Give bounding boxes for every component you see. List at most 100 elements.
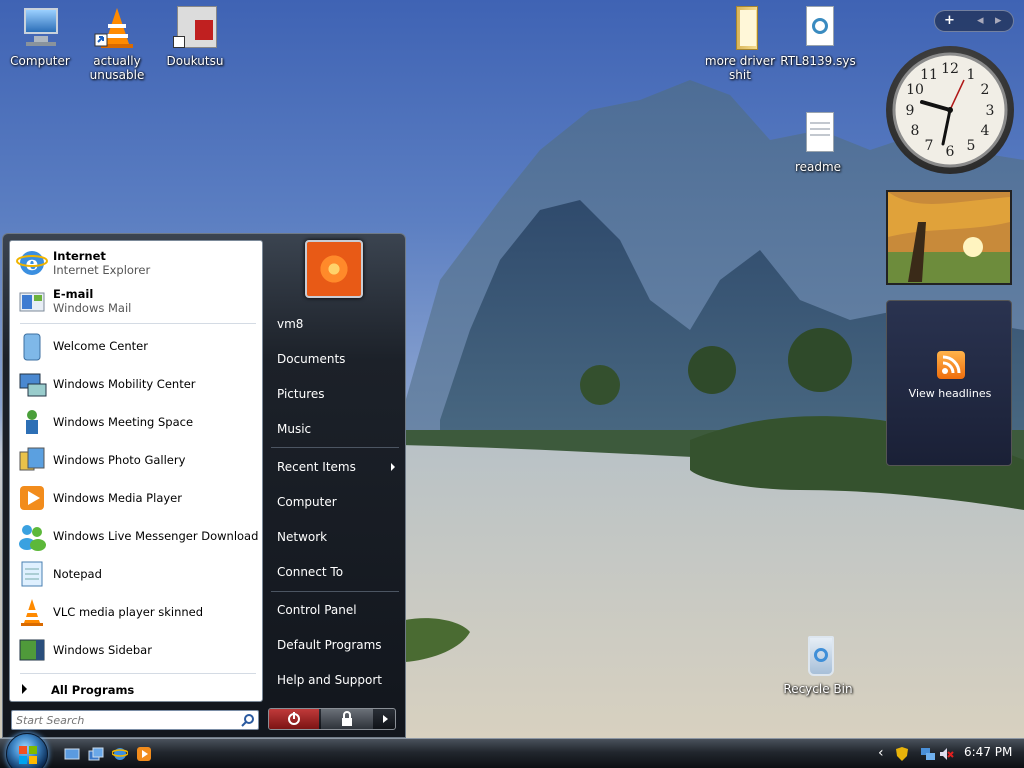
windows-logo-icon <box>19 746 37 764</box>
computer-icon <box>16 4 64 52</box>
menu-default-programs[interactable]: Default Programs <box>269 631 401 659</box>
desktop-icon-readme[interactable]: readme <box>778 110 858 174</box>
program-label: Windows Mobility Center <box>53 377 196 391</box>
internet-explorer-icon[interactable] <box>112 746 128 762</box>
desktop-icon-rtl8139[interactable]: RTL8139.sys <box>778 4 858 68</box>
pinned-title: E-mail <box>53 287 94 301</box>
program-vlc-skinned[interactable]: VLC media player skinned <box>12 594 260 630</box>
desktop-icon-label: more driver shit <box>704 54 776 82</box>
vlc-icon <box>16 596 48 628</box>
volume-muted-icon[interactable] <box>938 746 954 762</box>
menu-help-support[interactable]: Help and Support <box>269 666 401 694</box>
desktop-icon-label: Computer <box>10 54 70 68</box>
program-label: Windows Sidebar <box>53 643 152 657</box>
right-separator <box>271 591 399 592</box>
notepad-icon <box>16 558 48 590</box>
show-desktop-icon[interactable] <box>64 746 80 762</box>
lock-button[interactable] <box>321 709 373 729</box>
menu-connect-to[interactable]: Connect To <box>269 558 401 586</box>
photo-gallery-icon <box>16 444 48 476</box>
prev-gadget-button[interactable]: ◂ <box>977 13 984 28</box>
all-programs-separator <box>20 673 256 674</box>
pinned-email[interactable]: E-mail Windows Mail <box>12 283 260 319</box>
program-windows-sidebar[interactable]: Windows Sidebar <box>12 632 260 668</box>
clock-gadget[interactable]: 12 1 2 3 4 5 6 7 8 9 10 11 <box>886 46 1014 174</box>
media-player-icon <box>16 482 48 514</box>
desktop-icon-more-driver-shit[interactable]: more driver shit <box>700 4 780 82</box>
rss-icon <box>937 351 965 379</box>
program-welcome-center[interactable]: Welcome Center <box>12 328 260 364</box>
program-media-player[interactable]: Windows Media Player <box>12 480 260 516</box>
feed-headlines-gadget[interactable]: View headlines <box>886 300 1012 466</box>
user-picture[interactable] <box>305 240 363 298</box>
welcome-center-icon <box>16 330 48 362</box>
power-button[interactable] <box>269 709 319 729</box>
start-menu-programs-pane: e Internet Internet Explorer E-mail Wind… <box>9 240 263 702</box>
sidebar-icon <box>16 634 48 666</box>
all-programs-label: All Programs <box>51 683 135 697</box>
all-programs-button[interactable]: All Programs <box>20 683 260 701</box>
shutdown-options-button[interactable] <box>375 709 395 729</box>
expand-arrow-icon <box>22 684 27 694</box>
menu-pictures[interactable]: Pictures <box>269 380 401 408</box>
menu-control-panel[interactable]: Control Panel <box>269 596 401 624</box>
menu-documents[interactable]: Documents <box>269 345 401 373</box>
internet-explorer-icon: e <box>16 247 48 279</box>
network-icon[interactable] <box>920 746 936 762</box>
clock-number: 10 <box>906 82 924 98</box>
pinned-subtitle: Windows Mail <box>53 301 132 315</box>
sidebar-controls: + ◂ ▸ <box>934 10 1014 32</box>
next-gadget-button[interactable]: ▸ <box>995 13 1002 28</box>
desktop-icon-computer[interactable]: Computer <box>0 4 80 68</box>
clock-number: 12 <box>941 61 959 77</box>
clock-number: 2 <box>981 82 990 98</box>
search-icon[interactable] <box>241 713 255 727</box>
security-shield-icon[interactable] <box>894 746 910 762</box>
menu-network[interactable]: Network <box>269 523 401 551</box>
program-label: Windows Meeting Space <box>53 415 194 429</box>
add-gadget-button[interactable]: + <box>944 13 955 28</box>
desktop-icon-recycle-bin[interactable]: Recycle Bin <box>778 632 858 696</box>
start-search-input[interactable] <box>11 710 259 730</box>
clock-number: 7 <box>925 138 934 154</box>
program-meeting-space[interactable]: Windows Meeting Space <box>12 404 260 440</box>
program-notepad[interactable]: Notepad <box>12 556 260 592</box>
folder-icon <box>716 4 764 52</box>
desktop-icon-doukutsu[interactable]: Doukutsu <box>155 4 235 68</box>
pinned-internet[interactable]: e Internet Internet Explorer <box>12 245 260 281</box>
desktop-icon-label: actually unusable <box>89 54 145 82</box>
meeting-space-icon <box>16 406 48 438</box>
taskbar-clock[interactable]: 6:47 PM <box>964 745 1012 759</box>
clock-number: 5 <box>967 138 976 154</box>
menu-computer[interactable]: Computer <box>269 488 401 516</box>
media-player-icon[interactable] <box>136 746 152 762</box>
clock-number: 9 <box>906 103 915 119</box>
menu-recent-items[interactable]: Recent Items <box>269 453 401 481</box>
start-button[interactable] <box>6 733 48 768</box>
program-mobility-center[interactable]: Windows Mobility Center <box>12 366 260 402</box>
show-hidden-icons-button[interactable]: ‹ <box>878 745 884 761</box>
clock-face: 12 1 2 3 4 5 6 7 8 9 10 11 <box>892 52 1008 168</box>
clock-number: 1 <box>967 67 976 83</box>
menu-music[interactable]: Music <box>269 415 401 443</box>
switch-windows-icon[interactable] <box>88 746 104 762</box>
taskbar: ‹ <box>0 733 1024 768</box>
recycle-bin-icon <box>794 632 842 680</box>
program-messenger-download[interactable]: Windows Live Messenger Download <box>12 518 260 554</box>
pinned-separator <box>20 323 256 324</box>
program-label: Windows Live Messenger Download <box>53 529 259 543</box>
program-label: Welcome Center <box>53 339 148 353</box>
view-headlines-link[interactable]: View headlines <box>887 387 1013 400</box>
clock-number: 8 <box>911 123 920 139</box>
menu-user-folder[interactable]: vm8 <box>269 310 401 338</box>
svg-text:e: e <box>26 251 39 275</box>
pinned-subtitle: Internet Explorer <box>53 263 151 277</box>
program-photo-gallery[interactable]: Windows Photo Gallery <box>12 442 260 478</box>
system-file-icon <box>794 4 842 52</box>
game-shortcut-icon <box>171 4 219 52</box>
desktop-icon-actually-unusable[interactable]: actually unusable <box>77 4 157 82</box>
desktop-icon-label: Doukutsu <box>166 54 224 68</box>
menu-recent-items-label: Recent Items <box>277 460 356 474</box>
mobility-center-icon <box>16 368 48 400</box>
slideshow-gadget[interactable] <box>886 190 1012 285</box>
